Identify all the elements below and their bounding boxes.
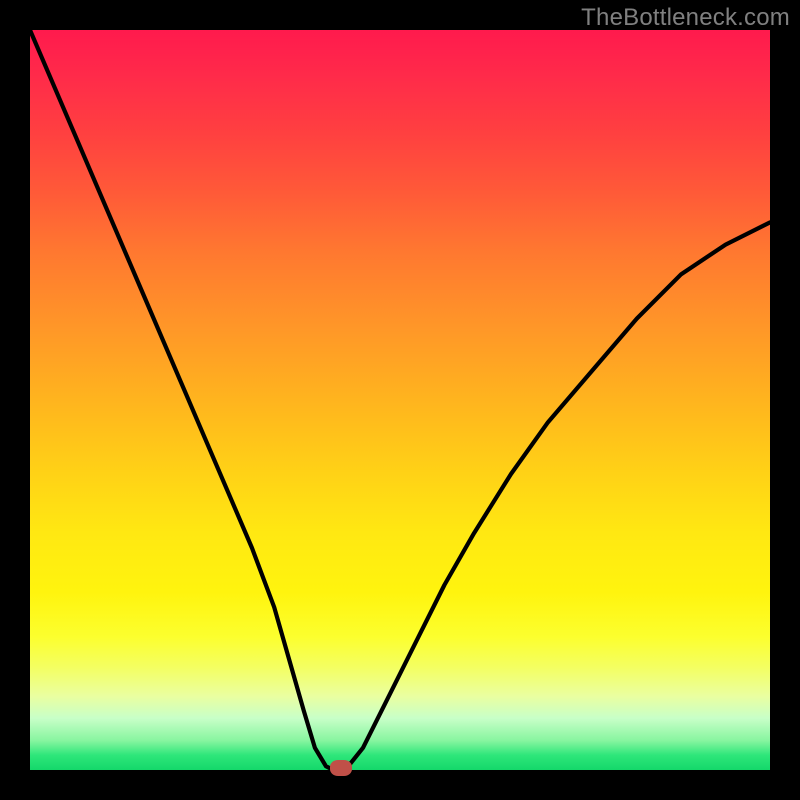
bottleneck-curve (30, 30, 770, 770)
chart-frame: TheBottleneck.com (0, 0, 800, 800)
optimal-marker (330, 760, 352, 776)
watermark-text: TheBottleneck.com (581, 4, 790, 32)
plot-area (30, 30, 770, 770)
